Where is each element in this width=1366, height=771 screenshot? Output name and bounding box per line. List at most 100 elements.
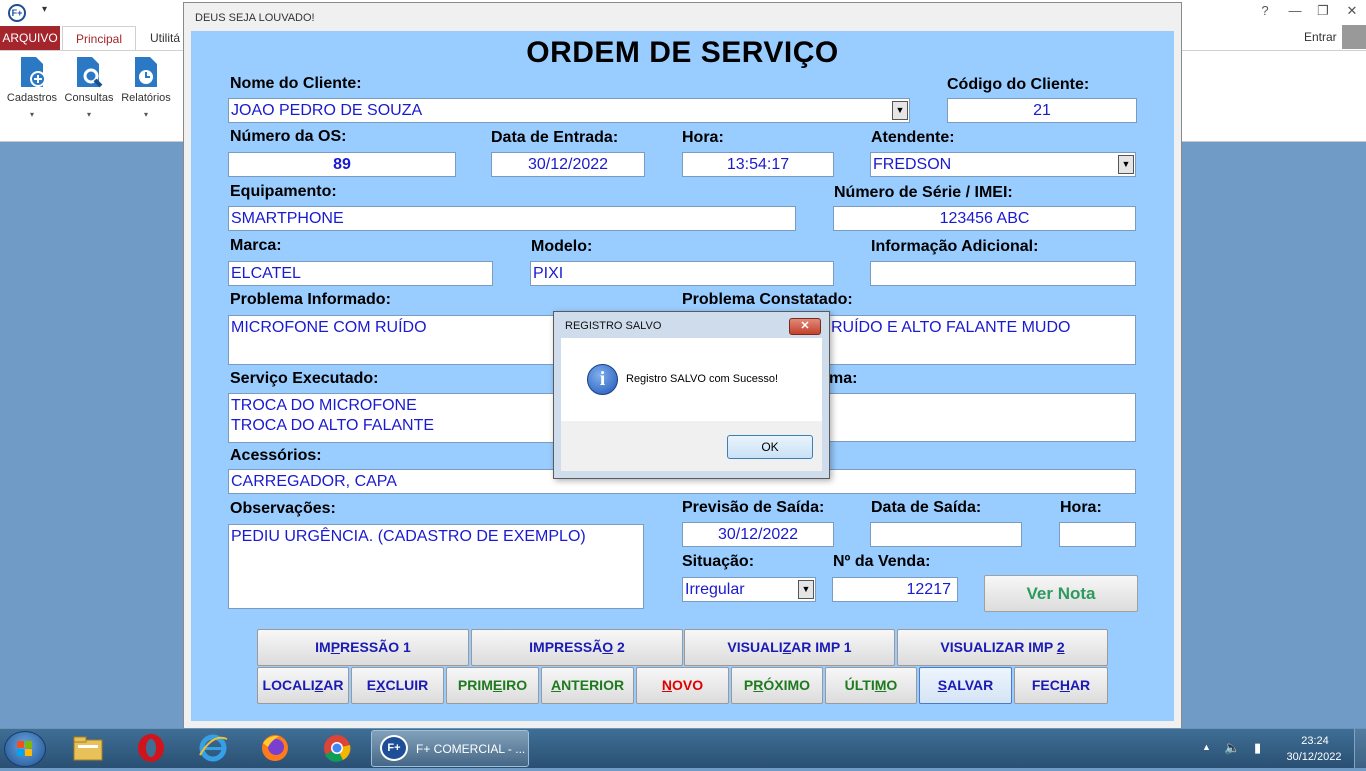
observacoes-field[interactable]: PEDIU URGÊNCIA. (CADASTRO DE EXEMPLO) xyxy=(228,524,644,609)
relatorios-button[interactable]: Relatórios ▾ xyxy=(118,55,174,119)
restore-icon[interactable]: ❐ xyxy=(1313,3,1333,19)
btn-text: O xyxy=(886,677,898,693)
primeiro-button[interactable]: PRIMEIRO xyxy=(446,667,539,704)
venda-field[interactable]: 12217 xyxy=(832,577,958,602)
codigo-label: Código do Cliente: xyxy=(947,76,1090,93)
excluir-button[interactable]: EXCLUIR xyxy=(351,667,444,704)
problema-constatado-label: Problema Constatado: xyxy=(682,291,853,308)
servico-line-1: TROCA DO MICROFONE xyxy=(231,397,417,414)
btn-text: RESSÃO 1 xyxy=(340,639,411,655)
observacoes-label: Observações: xyxy=(230,500,336,517)
hora-saida-field[interactable] xyxy=(1059,522,1136,547)
previsao-label: Previsão de Saída: xyxy=(682,499,825,516)
clock-time[interactable]: 23:24 xyxy=(1290,735,1340,747)
ultimo-button[interactable]: ÚLTIMO xyxy=(825,667,917,704)
cadastros-button[interactable]: Cadastros ▾ xyxy=(4,55,60,119)
situacao-combo[interactable]: Irregular ▼ xyxy=(682,577,816,602)
anterior-button[interactable]: ANTERIOR xyxy=(541,667,634,704)
consultas-button[interactable]: Consultas ▾ xyxy=(61,55,117,119)
localizar-button[interactable]: LOCALIZAR xyxy=(257,667,349,704)
marca-label: Marca: xyxy=(230,237,282,254)
dialog-message: Registro SALVO com Sucesso! xyxy=(626,373,779,385)
modelo-field[interactable]: PIXI xyxy=(530,261,834,286)
data-saida-label: Data de Saída: xyxy=(871,499,982,516)
chevron-down-icon: ▾ xyxy=(29,110,34,119)
btn-text: AR xyxy=(323,677,344,693)
btn-text: IRO xyxy=(502,677,528,693)
equipamento-field[interactable]: SMARTPHONE xyxy=(228,206,796,231)
btn-hotkey: Z xyxy=(314,677,324,693)
cadastros-icon xyxy=(21,57,46,87)
cliente-combo[interactable]: JOAO PEDRO DE SOUZA ▼ xyxy=(228,98,910,123)
servico-line-2: TROCA DO ALTO FALANTE xyxy=(231,417,435,434)
opera-icon[interactable] xyxy=(135,733,167,763)
close-icon[interactable]: ✕ xyxy=(1342,3,1362,19)
internet-explorer-icon[interactable] xyxy=(197,733,229,763)
windows-logo-icon xyxy=(17,741,32,756)
hora-field[interactable]: 13:54:17 xyxy=(682,152,834,177)
consultas-icon xyxy=(77,57,103,88)
tab-utilitarios[interactable]: Utilitá xyxy=(150,26,180,50)
btn-text: 2 xyxy=(613,639,625,655)
chevron-down-icon[interactable]: ▼ xyxy=(1118,155,1134,174)
impressao-2-button[interactable]: IMPRESSÃO 2 xyxy=(471,629,683,666)
btn-hotkey: S xyxy=(937,677,948,693)
btn-hotkey: E xyxy=(492,677,503,693)
quick-access-dropdown-icon[interactable]: ▾ xyxy=(42,4,47,15)
fcomercial-logo-icon: F+ xyxy=(380,735,408,761)
fechar-button[interactable]: FECHAR xyxy=(1014,667,1108,704)
os-field[interactable]: 89 xyxy=(228,152,456,177)
btn-hotkey: 2 xyxy=(1056,639,1065,655)
volume-icon[interactable]: 🔈 xyxy=(1224,740,1240,756)
relatorios-icon xyxy=(135,57,157,87)
situacao-value: Irregular xyxy=(685,581,745,598)
codigo-field[interactable]: 21 xyxy=(947,98,1137,123)
salvar-button[interactable]: SALVAR xyxy=(919,667,1012,704)
visualizar-imp-2-button[interactable]: VISUALIZAR IMP 2 xyxy=(897,629,1108,666)
chevron-down-icon: ▾ xyxy=(86,110,91,119)
obscured-label: ma: xyxy=(829,370,858,387)
signin-link[interactable]: Entrar xyxy=(1304,30,1337,44)
proximo-button[interactable]: PRÓXIMO xyxy=(731,667,823,704)
ok-button[interactable]: OK xyxy=(727,435,813,459)
cadastros-label: Cadastros xyxy=(6,92,58,104)
serie-field[interactable]: 123456 ABC xyxy=(833,206,1136,231)
start-button[interactable] xyxy=(4,731,46,767)
data-saida-field[interactable] xyxy=(870,522,1022,547)
firefox-icon[interactable] xyxy=(259,733,291,763)
chrome-icon[interactable] xyxy=(321,733,353,763)
servico-field[interactable]: TROCA DO MICROFONE TROCA DO ALTO FALANTE xyxy=(228,393,554,443)
close-icon[interactable]: ✕ xyxy=(789,318,821,335)
data-entrada-field[interactable]: 30/12/2022 xyxy=(491,152,645,177)
chevron-down-icon: ▾ xyxy=(143,110,148,119)
minimize-icon[interactable]: — xyxy=(1285,3,1305,18)
tab-principal[interactable]: Principal xyxy=(62,26,136,50)
info-adicional-field[interactable] xyxy=(870,261,1136,286)
tray-expand-icon[interactable]: ▲ xyxy=(1202,742,1211,752)
help-icon[interactable]: ? xyxy=(1255,3,1275,18)
ver-nota-button[interactable]: Ver Nota xyxy=(984,575,1138,612)
info-icon: i xyxy=(587,364,618,395)
novo-button[interactable]: NOVO xyxy=(636,667,729,704)
btn-text: VISUALI xyxy=(727,639,783,655)
equipamento-label: Equipamento: xyxy=(230,183,337,200)
modelo-label: Modelo: xyxy=(531,238,593,255)
info-adicional-label: Informação Adicional: xyxy=(871,238,1039,255)
avatar[interactable] xyxy=(1342,25,1366,49)
problema-informado-field[interactable]: MICROFONE COM RUÍDO xyxy=(228,315,554,365)
app-logo-icon: F+ xyxy=(8,4,26,22)
marca-field[interactable]: ELCATEL xyxy=(228,261,493,286)
network-icon[interactable]: ▮ xyxy=(1254,740,1261,756)
show-desktop-button[interactable] xyxy=(1354,729,1366,768)
file-explorer-icon[interactable] xyxy=(72,733,104,763)
atendente-combo[interactable]: FREDSON ▼ xyxy=(870,152,1136,177)
previsao-field[interactable]: 30/12/2022 xyxy=(682,522,834,547)
impressao-1-button[interactable]: IMPRESSÃO 1 xyxy=(257,629,469,666)
clock-date[interactable]: 30/12/2022 xyxy=(1278,751,1350,763)
chevron-down-icon[interactable]: ▼ xyxy=(798,580,814,599)
chevron-down-icon[interactable]: ▼ xyxy=(892,101,908,120)
window-title: DEUS SEJA LOUVADO! xyxy=(195,12,315,24)
tab-arquivo[interactable]: ARQUIVO xyxy=(0,26,60,50)
visualizar-imp-1-button[interactable]: VISUALIZAR IMP 1 xyxy=(684,629,895,666)
btn-text: E xyxy=(366,677,377,693)
